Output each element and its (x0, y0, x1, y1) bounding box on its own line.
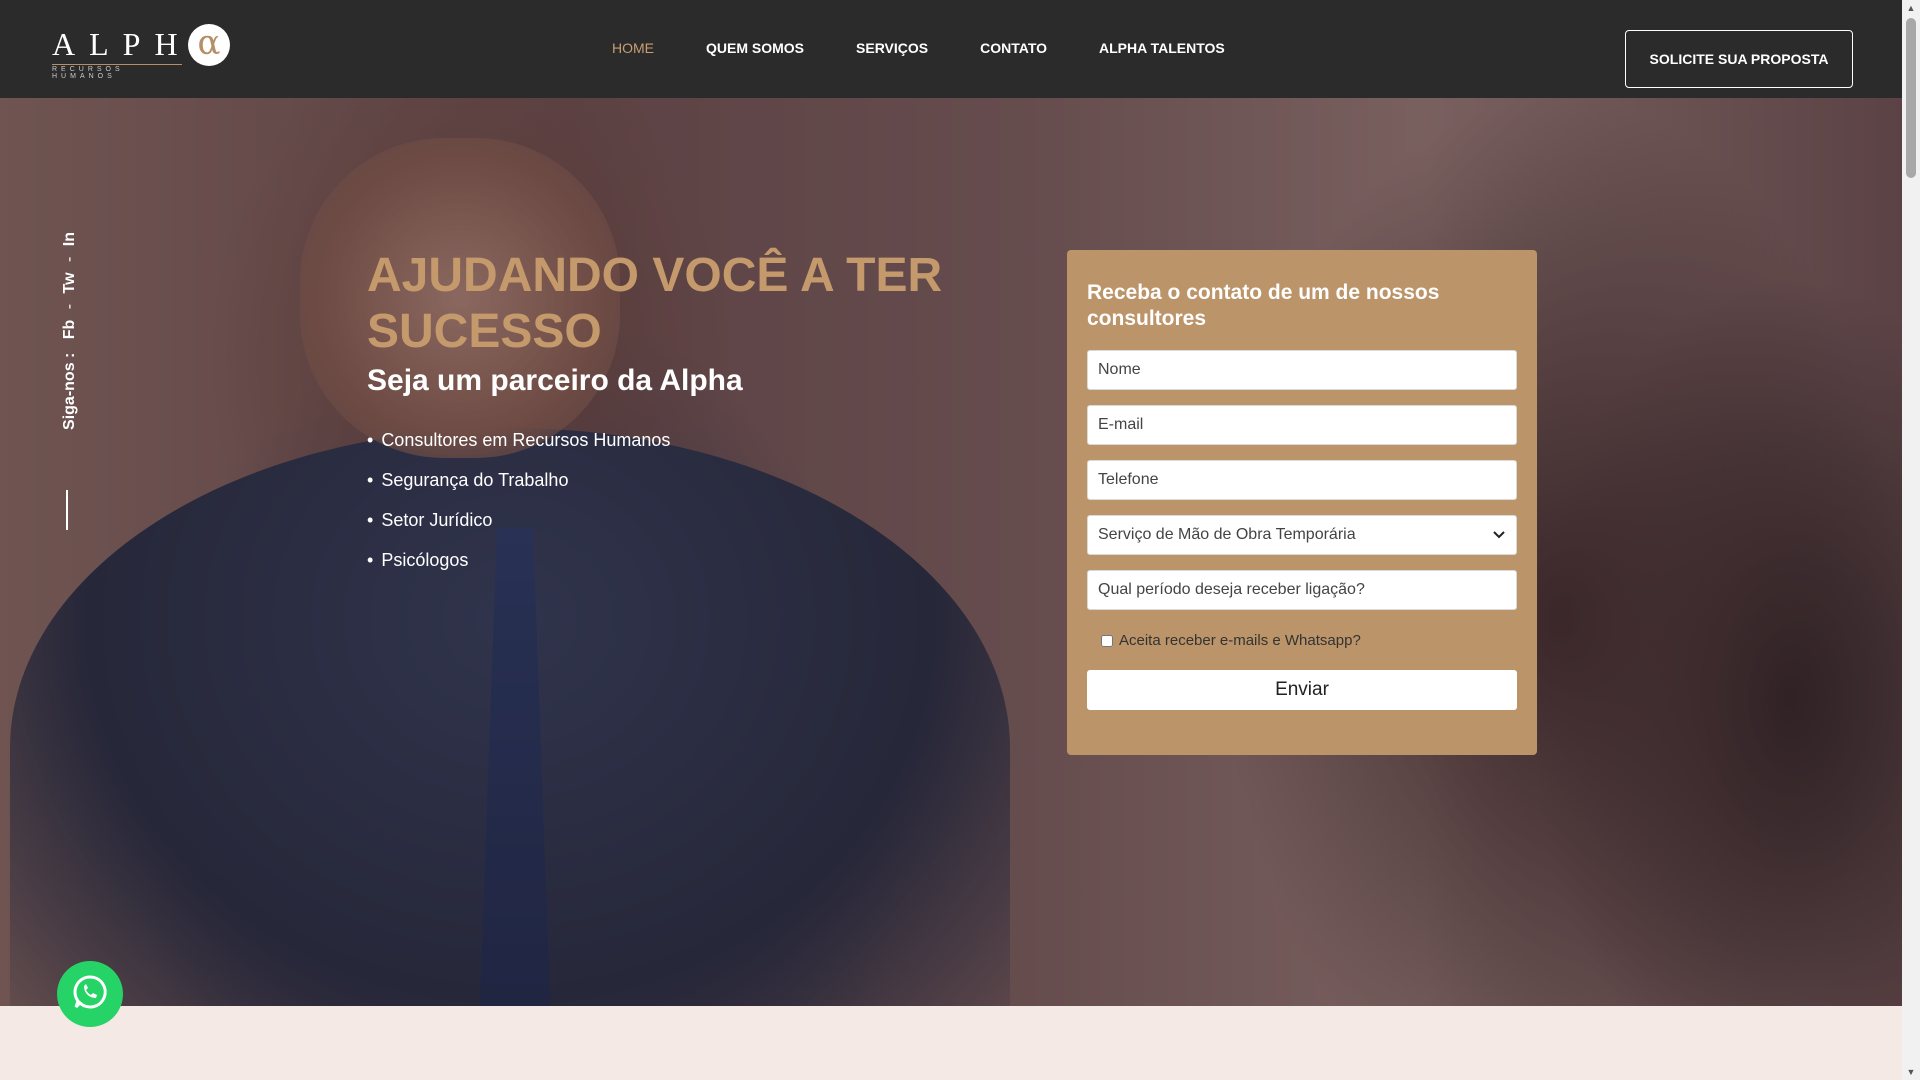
contact-form: Receba o contato de um de nossos consult… (1067, 250, 1537, 755)
social-facebook-link[interactable]: Fb (61, 320, 78, 340)
whatsapp-button[interactable] (57, 961, 123, 1027)
logo-wordmark: ALPH (52, 26, 192, 62)
logo[interactable]: ALPH α RECURSOS HUMANOS (52, 22, 232, 80)
scrollbar-thumb[interactable] (1906, 18, 1916, 178)
whatsapp-icon (71, 973, 109, 1016)
list-item: Setor Jurídico (367, 500, 670, 540)
logo-subtitle: RECURSOS HUMANOS (52, 64, 182, 80)
hero-overlay (0, 98, 1902, 1006)
consent-label: Aceita receber e-mails e Whatsapp? (1119, 632, 1361, 649)
social-linkedin-link[interactable]: In (61, 232, 78, 246)
consent-checkbox[interactable] (1101, 634, 1113, 647)
nav-contato[interactable]: CONTATO (980, 40, 1047, 56)
social-separator: - (61, 256, 78, 262)
hero-headline: AJUDANDO VOCÊ A TER SUCESSO (367, 249, 943, 358)
social-twitter-link[interactable]: Tw (61, 272, 78, 293)
nav-servicos[interactable]: SERVIÇOS (856, 40, 928, 56)
social-divider (66, 490, 68, 530)
submit-button[interactable]: Enviar (1087, 670, 1517, 710)
social-label: Siga-nos : (61, 352, 78, 430)
hero-subhead: Seja um parceiro da Alpha (367, 364, 743, 397)
social-separator: - (61, 303, 78, 310)
hero-section: Siga-nos : Fb - Tw - In AJUDANDO VOCÊ A … (0, 98, 1902, 1006)
consent-row: Aceita receber e-mails e Whatsapp? (1101, 632, 1361, 649)
nav-quem-somos[interactable]: QUEM SOMOS (706, 40, 804, 56)
nav-home[interactable]: HOME (612, 40, 654, 56)
logo-alpha-icon: α (188, 24, 230, 66)
social-links: Siga-nos : Fb - Tw - In (58, 232, 78, 528)
request-proposal-button[interactable]: SOLICITE SUA PROPOSTA (1625, 30, 1853, 88)
scroll-down-arrow-icon[interactable]: ▼ (1902, 1064, 1920, 1080)
list-item: Segurança do Trabalho (367, 460, 670, 500)
chevron-down-icon (1492, 527, 1506, 543)
call-period-field[interactable] (1087, 570, 1517, 610)
list-item: Psicólogos (367, 540, 670, 580)
name-field[interactable] (1087, 350, 1517, 390)
service-select-value: Serviço de Mão de Obra Temporária (1098, 526, 1356, 543)
social-text: Siga-nos : Fb - Tw - In (61, 232, 79, 492)
phone-field[interactable] (1087, 460, 1517, 500)
service-select[interactable]: Serviço de Mão de Obra Temporária (1087, 515, 1517, 555)
main-nav: HOME QUEM SOMOS SERVIÇOS CONTATO ALPHA T… (612, 40, 1277, 56)
list-item: Consultores em Recursos Humanos (367, 420, 670, 460)
hero-bullets: Consultores em Recursos Humanos Seguranç… (367, 420, 670, 580)
email-field[interactable] (1087, 405, 1517, 445)
page-scrollbar[interactable]: ▲ ▼ (1902, 0, 1920, 1080)
site-header: ALPH α RECURSOS HUMANOS HOME QUEM SOMOS … (0, 0, 1902, 98)
scroll-up-arrow-icon[interactable]: ▲ (1902, 0, 1920, 16)
nav-alpha-talentos[interactable]: ALPHA TALENTOS (1099, 40, 1225, 56)
form-title: Receba o contato de um de nossos consult… (1087, 281, 1440, 330)
